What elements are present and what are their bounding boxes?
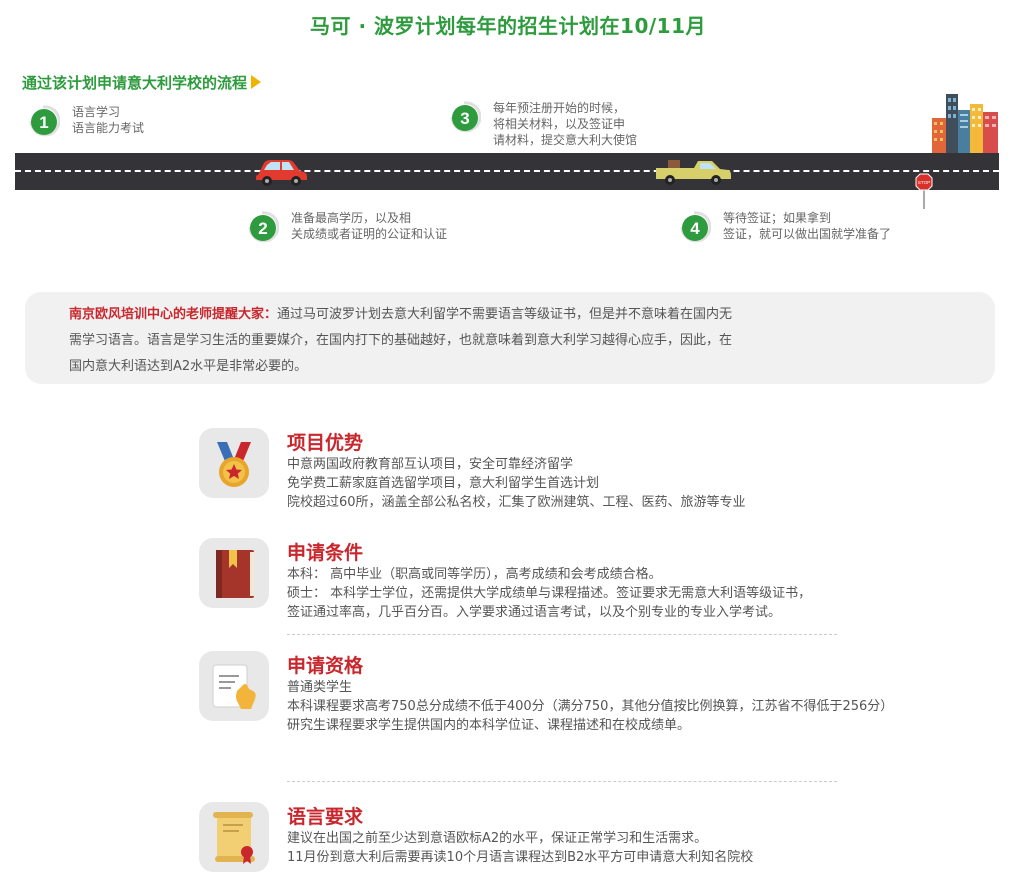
notice-text: 通过马可波罗计划去意大利留学不需要语言等级证书，但是并不意味着在国内无 [277,307,733,322]
section-body: 中意两国政府教育部互认项目，安全可靠经济留学 免学费工薪家庭首选留学项目，意大利… [287,455,937,512]
section-divider [287,781,837,782]
section-conditions: 申请条件 本科： 高中毕业（职高或同等学历），高考成绩和会考成绩合格。 硕士： … [199,538,939,635]
section-advantages: 项目优势 中意两国政府教育部互认项目，安全可靠经济留学 免学费工薪家庭首选留学项… [199,428,939,520]
step-number: 2 [258,219,267,238]
section-icon-box [199,428,269,498]
section-heading: 项目优势 [287,432,364,454]
red-car-icon [256,160,307,186]
step-line: 签证，就可以做出国就学准备了 [723,227,892,241]
step-number: 4 [690,219,700,238]
section-line: 11月份到意大利后需要再读10个月语言课程达到B2水平方可申请意大利知名院校 [287,850,754,865]
step-badge-4: 4 [680,211,711,243]
stop-sign-label: STOP [918,180,930,185]
flow-title: 通过该计划申请意大利学校的流程 [22,72,262,93]
step-text: 准备最高学历，以及相 关成绩或者证明的公证和认证 [291,210,447,242]
step-badge-1: 1 [29,105,60,137]
page-title: 马可 · 波罗计划每年的招生计划在10/11月 [310,14,706,38]
section-line: 本科： 高中毕业（职高或同等学历），高考成绩和会考成绩合格。 [287,567,662,582]
step-line: 将相关材料，以及签证申 [493,117,626,131]
step-line: 请材料，提交意大利大使馆 [493,133,638,147]
play-arrow-icon [251,75,262,89]
section-line: 建议在出国之前至少达到意语欧标A2的水平，保证正常学习和生活需求。 [287,831,708,846]
step-badge-3: 3 [450,101,481,133]
book-icon [216,550,254,598]
section-icon-box [199,802,269,872]
medal-icon [217,442,251,487]
step-text: 等待签证；如果拿到 签证，就可以做出国就学准备了 [723,210,891,242]
section-line: 普通类学生 [287,680,353,695]
certificate-scroll-icon [213,812,255,864]
section-line: 院校超过60所，涵盖全部公私名校，汇集了欧洲建筑、工程、医药、旅游等专业 [287,495,746,510]
section-body: 本科： 高中毕业（职高或同等学历），高考成绩和会考成绩合格。 硕士： 本科学士学… [287,565,937,622]
document-hand-icon [212,664,256,709]
notice-line-1: 南京欧风培训中心的老师提醒大家：通过马可波罗计划去意大利留学不需要语言等级证书，… [69,302,955,328]
flow-title-text: 通过该计划申请意大利学校的流程 [22,74,248,92]
step-line: 语言能力考试 [72,121,145,135]
section-divider [287,634,837,635]
section-icon-box [199,538,269,608]
section-body: 普通类学生 本科课程要求高考750总分成绩不低于400分（满分750，其他分值按… [287,678,927,735]
section-heading: 申请资格 [287,655,364,677]
step-line: 关成绩或者证明的公证和认证 [291,227,448,241]
step-text: 语言学习 语言能力考试 [72,104,144,136]
section-icon-box [199,651,269,721]
road-lane-marking [15,170,999,172]
section-line: 签证通过率高，几乎百分百。入学要求通过语言考试，以及个别专业的专业入学考试。 [287,605,782,620]
section-line: 免学费工薪家庭首选留学项目，意大利留学生首选计划 [287,476,600,491]
step-line: 语言学习 [72,105,121,119]
step-badge-2: 2 [248,211,279,243]
teacher-notice: 南京欧风培训中心的老师提醒大家：通过马可波罗计划去意大利留学不需要语言等级证书，… [25,292,995,384]
section-line: 中意两国政府教育部互认项目，安全可靠经济留学 [287,457,574,472]
section-line: 研究生课程要求学生提供国内的本科学位证、课程描述和在校成绩单。 [287,718,691,733]
step-text: 每年预注册开始的时候， 将相关材料，以及签证申 请材料，提交意大利大使馆 [493,100,637,148]
section-eligibility: 申请资格 普通类学生 本科课程要求高考750总分成绩不低于400分（满分750，… [199,651,939,782]
section-heading: 语言要求 [287,806,364,828]
notice-highlight: 南京欧风培训中心的老师提醒大家： [69,307,278,322]
section-line: 本科课程要求高考750总分成绩不低于400分（满分750，其他分值按比例换算，江… [287,699,894,714]
notice-line-3: 国内意大利语达到A2水平是非常必要的。 [69,359,308,374]
stop-sign-icon: STOP [915,173,933,209]
road [15,153,999,190]
step-number: 3 [460,109,469,128]
step-number: 1 [39,113,48,132]
step-line: 准备最高学历，以及相 [291,211,412,225]
section-language: 语言要求 建议在出国之前至少达到意语欧标A2的水平，保证正常学习和生活需求。 1… [199,802,939,882]
city-skyline-icon [932,94,998,155]
notice-line-2: 需学习语言。语言是学习生活的重要媒介，在国内打下的基础越好，也就意味着到意大利学… [69,333,733,348]
section-body: 建议在出国之前至少达到意语欧标A2的水平，保证正常学习和生活需求。 11月份到意… [287,829,937,867]
step-line: 等待签证；如果拿到 [723,211,832,225]
section-heading: 申请条件 [287,542,364,564]
section-line: 硕士： 本科学士学位，还需提供大学成绩单与课程描述。签证要求无需意大利语等级证书… [287,586,812,601]
yellow-truck-icon [656,160,731,185]
step-line: 每年预注册开始的时候， [493,101,626,115]
